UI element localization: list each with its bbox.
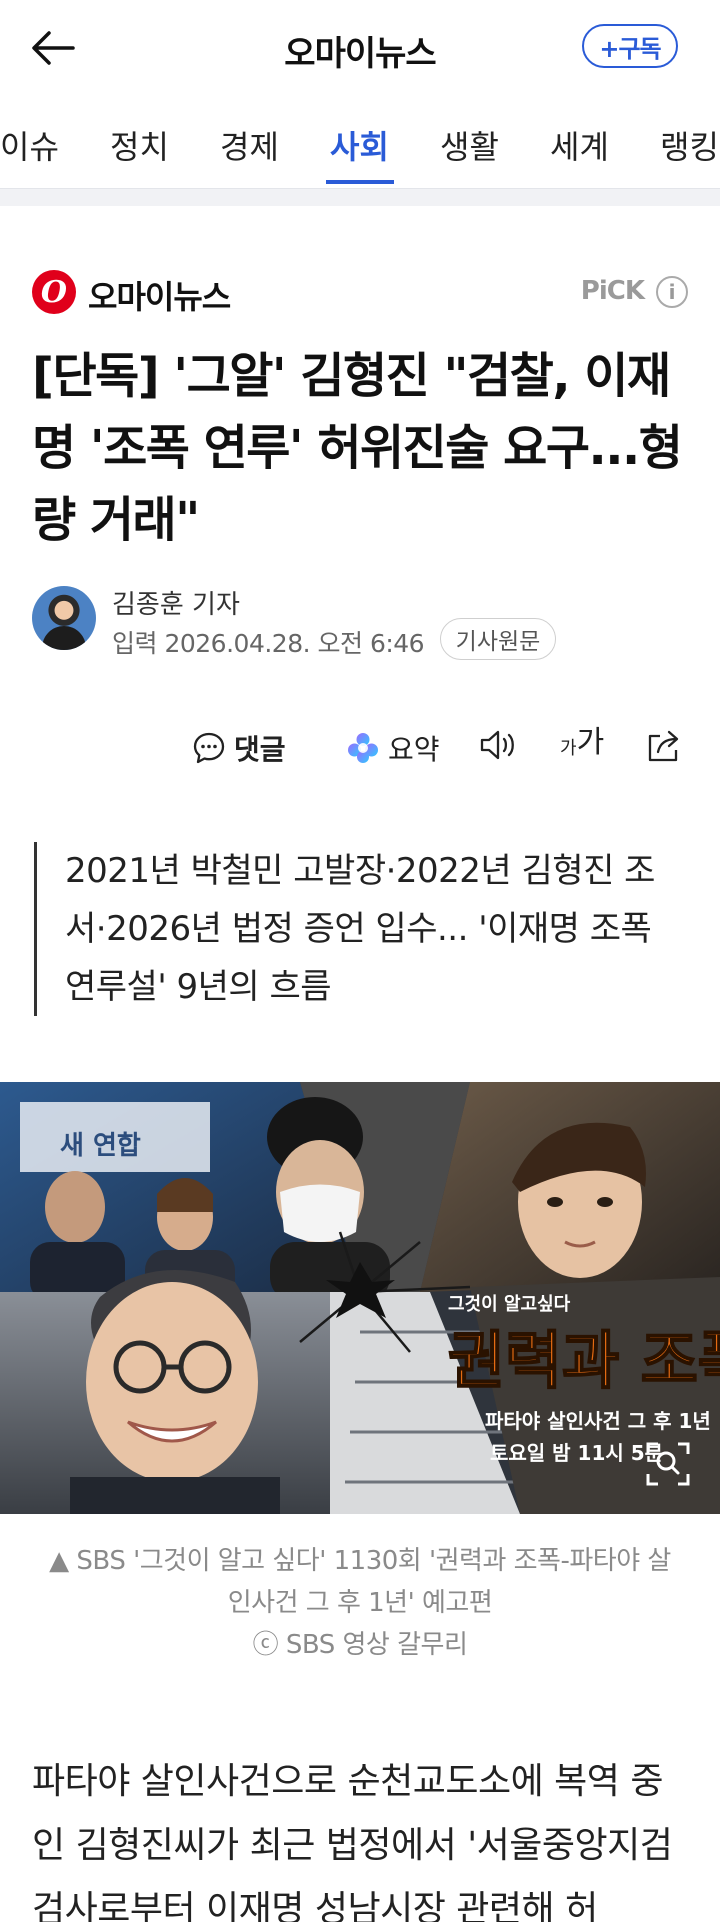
program-sub-text: 파타야 살인사건 그 후 1년	[485, 1409, 711, 1433]
share-icon	[648, 730, 679, 762]
active-tab-indicator	[326, 180, 394, 184]
article-image[interactable]: 새 연합 그것이 알고싶다 권력과 조 파타야 살인사건 그 후 1년 토요일 …	[0, 1082, 720, 1514]
date-label: 입력	[112, 629, 158, 658]
pick-badge: PiCK	[580, 276, 645, 306]
comment-icon	[193, 732, 225, 764]
divider	[0, 188, 720, 206]
comment-button[interactable]: 댓글	[192, 728, 286, 768]
font-size-button[interactable]: 가 가	[560, 728, 604, 758]
article-action-bar: 댓글 요약 가 가	[0, 720, 720, 780]
tab-politics[interactable]: 정치	[110, 122, 169, 168]
image-caption: ▲ SBS '그것이 알고 싶다' 1130회 '권력과 조폭-파타야 살인사건…	[40, 1540, 680, 1666]
font-size-icon: 가 가	[560, 728, 604, 758]
app-header: 오마이뉴스 +구독	[0, 0, 720, 100]
article-summary: 2021년 박철민 고발장·2022년 김형진 조서·2026년 법정 증언 입…	[34, 842, 674, 1016]
listen-button[interactable]	[478, 728, 520, 762]
article-body: 파타야 살인사건으로 순천교도소에 복역 중인 김형진씨가 최근 법정에서 '서…	[32, 1761, 673, 1922]
press-logo[interactable]: O	[32, 270, 76, 314]
reporter-name[interactable]: 김종훈 기자	[112, 584, 240, 621]
share-button[interactable]	[644, 728, 684, 764]
reporter-avatar[interactable]	[32, 586, 96, 650]
speaker-icon	[480, 730, 514, 760]
tab-life[interactable]: 생활	[440, 122, 499, 168]
summary-label: 요약	[388, 733, 440, 766]
caption-text: ▲ SBS '그것이 알고 싶다' 1130회 '권력과 조폭-파타야 살인사건…	[49, 1546, 671, 1618]
summary-button[interactable]: 요약	[346, 728, 440, 768]
program-title-text: 권력과 조폭	[448, 1324, 720, 1397]
original-article-button[interactable]: 기사원문	[440, 618, 556, 660]
image-banner-text: 새 연합	[60, 1131, 141, 1161]
airtime-text: 토요일 밤 11시 5분	[490, 1441, 663, 1465]
comment-label: 댓글	[234, 733, 286, 766]
date-value: 2026.04.28. 오전 6:46	[164, 629, 425, 658]
article-image-art: 새 연합 그것이 알고싶다 권력과 조 파타야 살인사건 그 후 1년 토요일 …	[0, 1082, 720, 1514]
subscribe-button[interactable]: +구독	[582, 24, 678, 68]
tab-economy[interactable]: 경제	[220, 122, 279, 168]
zoom-icon[interactable]	[646, 1442, 690, 1486]
press-name[interactable]: 오마이뉴스	[88, 272, 231, 318]
font-small-label: 가	[560, 738, 577, 759]
tab-world[interactable]: 세계	[550, 122, 609, 168]
program-small-text: 그것이 알고싶다	[448, 1294, 571, 1315]
tab-issue[interactable]: 이슈	[0, 122, 59, 168]
info-icon[interactable]: i	[656, 276, 688, 308]
article-headline: [단독] '그알' 김형진 "검찰, 이재명 '조폭 연루' 허위진술 요구..…	[32, 348, 683, 548]
ai-summary-icon	[348, 733, 378, 763]
press-row: O 오마이뉴스 PiCK i	[32, 268, 688, 316]
font-large-label: 가	[576, 725, 605, 760]
section-tabs: 이슈 정치 경제 사회 생활 세계 랭킹	[0, 100, 720, 188]
publish-date: 입력 2026.04.28. 오전 6:46	[112, 624, 425, 660]
caption-credit: ⓒ SBS 영상 갈무리	[252, 1630, 468, 1660]
tab-society[interactable]: 사회	[330, 122, 389, 168]
tab-ranking[interactable]: 랭킹	[660, 122, 719, 168]
